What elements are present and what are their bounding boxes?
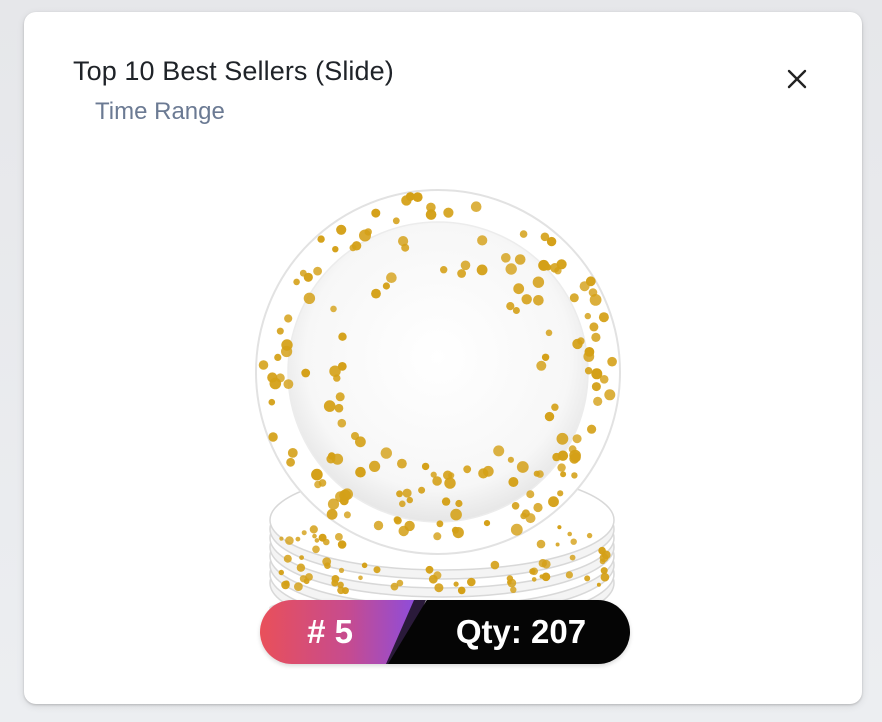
product-image[interactable] [254,180,634,630]
page-background: Top 10 Best Sellers (Slide) Time Range #… [0,0,882,722]
quantity-badge: Qty: 207 [388,600,630,664]
gold-dot-paper-plates-image [255,189,621,630]
close-icon[interactable] [784,66,810,92]
widget-title: Top 10 Best Sellers (Slide) [73,56,394,86]
rank-quantity-badge: # 5 Qty: 207 [260,600,630,664]
time-range-label[interactable]: Time Range [95,98,225,126]
best-sellers-widget-card: Top 10 Best Sellers (Slide) Time Range #… [24,12,862,704]
